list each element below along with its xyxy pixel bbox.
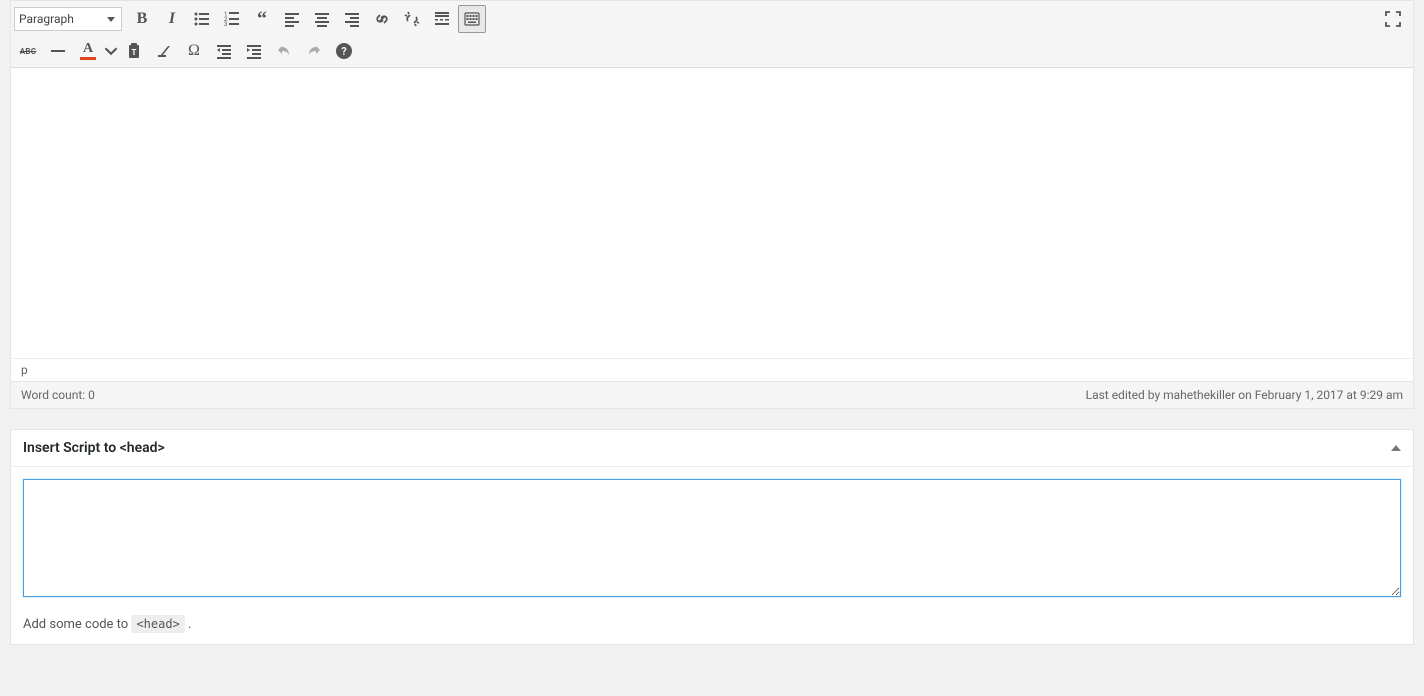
element-path-value: p: [21, 363, 28, 377]
clear-formatting-icon: [154, 41, 174, 61]
svg-text:?: ?: [341, 45, 347, 58]
align-right-button[interactable]: [338, 5, 366, 33]
horizontal-rule-icon: [48, 41, 68, 61]
editor-toolbar: Paragraph B I 123 “: [11, 1, 1413, 68]
hint-code: <head>: [131, 615, 184, 633]
text-color-dropdown[interactable]: [104, 37, 118, 65]
toolbar-row-1: Paragraph B I 123 “: [14, 3, 1410, 35]
align-right-icon: [342, 9, 362, 29]
align-center-icon: [312, 9, 332, 29]
help-icon: ?: [334, 41, 354, 61]
align-center-button[interactable]: [308, 5, 336, 33]
bold-button[interactable]: B: [128, 5, 156, 33]
ordered-list-button[interactable]: 123: [218, 5, 246, 33]
unordered-list-icon: [192, 9, 212, 29]
italic-icon: I: [169, 10, 175, 28]
indent-icon: [244, 41, 264, 61]
special-char-button[interactable]: Ω: [180, 37, 208, 65]
paste-text-button[interactable]: T: [120, 37, 148, 65]
paste-text-icon: T: [124, 41, 144, 61]
svg-text:3: 3: [224, 21, 227, 28]
redo-icon: [304, 41, 324, 61]
metabox-title: Insert Script to <head>: [23, 440, 165, 456]
blockquote-button[interactable]: “: [248, 5, 276, 33]
read-more-icon: [432, 9, 452, 29]
editor-element-path: p: [11, 358, 1413, 381]
clear-formatting-button[interactable]: [150, 37, 178, 65]
toolbar-row-2: ABC A T Ω: [14, 35, 1410, 67]
metabox-header[interactable]: Insert Script to <head>: [11, 430, 1413, 467]
editor-status-bar: Word count: 0 Last edited by mahethekill…: [11, 381, 1413, 408]
toolbar-toggle-button[interactable]: [458, 5, 486, 33]
word-count: Word count: 0: [21, 388, 95, 402]
toolbar-toggle-icon: [462, 9, 482, 29]
text-color-button[interactable]: A: [74, 37, 102, 65]
hint-prefix: Add some code to: [23, 617, 131, 632]
unordered-list-button[interactable]: [188, 5, 216, 33]
insert-script-metabox: Insert Script to <head> Add some code to…: [10, 429, 1414, 645]
editor-content-area[interactable]: [11, 68, 1413, 358]
special-char-icon: Ω: [188, 42, 200, 60]
format-select-label: Paragraph: [19, 12, 74, 26]
undo-icon: [274, 41, 294, 61]
quote-icon: “: [257, 14, 267, 24]
text-color-icon: A: [83, 42, 93, 56]
indent-button[interactable]: [240, 37, 268, 65]
hint-suffix: .: [185, 617, 192, 632]
outdent-icon: [214, 41, 234, 61]
redo-button[interactable]: [300, 37, 328, 65]
align-left-button[interactable]: [278, 5, 306, 33]
bold-icon: B: [137, 10, 148, 28]
align-left-icon: [282, 9, 302, 29]
horizontal-rule-button[interactable]: [44, 37, 72, 65]
unlink-icon: [402, 9, 422, 29]
text-color-swatch: [80, 57, 96, 60]
remove-link-button[interactable]: [398, 5, 426, 33]
insert-link-button[interactable]: [368, 5, 396, 33]
fullscreen-button[interactable]: [1379, 5, 1407, 33]
outdent-button[interactable]: [210, 37, 238, 65]
editor-container: Paragraph B I 123 “: [10, 0, 1414, 409]
read-more-button[interactable]: [428, 5, 456, 33]
help-button[interactable]: ?: [330, 37, 358, 65]
metabox-hint: Add some code to <head> .: [23, 617, 1401, 632]
last-edited: Last edited by mahethekiller on February…: [1086, 388, 1403, 402]
collapse-icon: [1391, 445, 1401, 451]
strikethrough-icon: ABC: [20, 47, 37, 56]
undo-button[interactable]: [270, 37, 298, 65]
svg-text:T: T: [132, 48, 137, 57]
fullscreen-icon: [1383, 9, 1403, 29]
format-select[interactable]: Paragraph: [14, 7, 122, 31]
head-script-textarea[interactable]: [23, 479, 1401, 597]
ordered-list-icon: 123: [222, 9, 242, 29]
link-icon: [372, 9, 392, 29]
strikethrough-button[interactable]: ABC: [14, 37, 42, 65]
metabox-body: Add some code to <head> .: [11, 467, 1413, 644]
italic-button[interactable]: I: [158, 5, 186, 33]
chevron-down-icon: [104, 41, 118, 61]
